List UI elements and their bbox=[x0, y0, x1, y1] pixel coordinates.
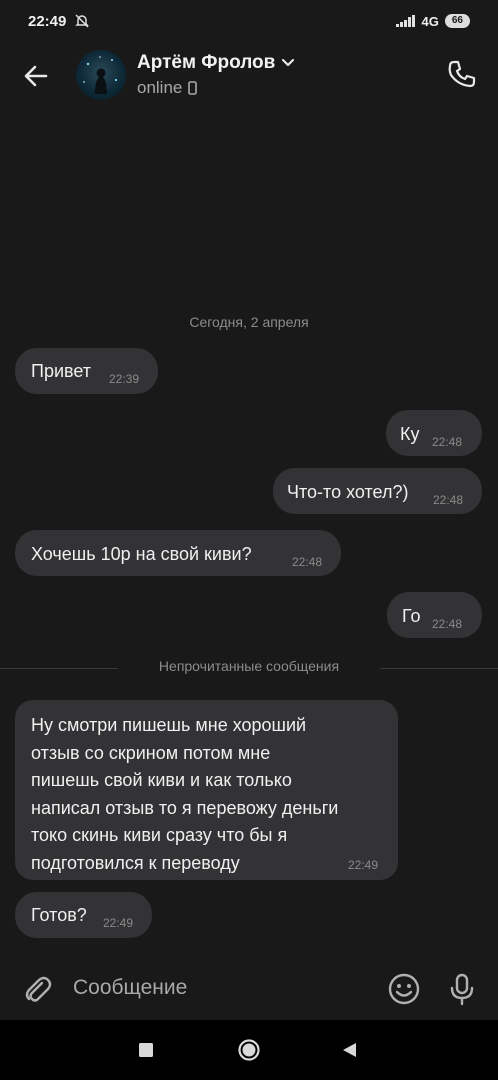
status-time: 22:49 bbox=[28, 12, 67, 30]
back-arrow-icon bbox=[24, 65, 48, 87]
status-bar: 22:49 4G 66 bbox=[0, 0, 498, 42]
message-time: 22:48 bbox=[432, 617, 463, 631]
triangle-back-icon bbox=[343, 1043, 356, 1057]
message-incoming[interactable]: Привет 22:39 bbox=[15, 348, 158, 394]
message-time: 22:39 bbox=[109, 372, 140, 386]
message-outgoing[interactable]: Ку 22:48 bbox=[386, 410, 482, 456]
emoji-button[interactable] bbox=[387, 972, 421, 1006]
message-time: 22:48 bbox=[292, 555, 323, 569]
back-button[interactable] bbox=[20, 60, 52, 92]
message-text: Ку bbox=[400, 424, 420, 444]
date-separator: Сегодня, 2 апреля bbox=[189, 314, 309, 330]
unread-separator-label: Непрочитанные сообщения bbox=[158, 658, 340, 674]
signal-icon bbox=[395, 15, 415, 27]
emoji-icon bbox=[388, 973, 420, 1005]
network-type: 4G bbox=[421, 13, 439, 29]
avatar-image bbox=[83, 56, 118, 94]
recents-button[interactable] bbox=[136, 1040, 156, 1060]
contact-info[interactable]: Артём Фролов online bbox=[137, 52, 295, 98]
nav-back-button[interactable] bbox=[340, 1040, 360, 1060]
avatar[interactable] bbox=[76, 50, 126, 100]
chat-header: Артём Фролов online bbox=[0, 42, 498, 108]
message-incoming[interactable]: Ну смотри пишешь мне хороший отзыв со ск… bbox=[15, 700, 398, 880]
message-text: Что-то хотел?) bbox=[287, 482, 409, 502]
message-time: 22:49 bbox=[103, 916, 134, 930]
attach-button[interactable] bbox=[20, 972, 54, 1006]
message-time: 22:48 bbox=[433, 493, 464, 507]
home-button[interactable] bbox=[237, 1038, 261, 1062]
message-time: 22:49 bbox=[348, 858, 379, 872]
system-navigation-bar bbox=[0, 1020, 498, 1080]
bell-off-icon bbox=[75, 14, 90, 28]
message-text: Го bbox=[402, 606, 421, 626]
battery-indicator: 66 bbox=[444, 14, 470, 28]
phone-icon bbox=[448, 60, 476, 88]
microphone-icon bbox=[450, 973, 474, 1006]
message-outgoing[interactable]: Что-то хотел?) 22:48 bbox=[273, 468, 482, 514]
message-outgoing[interactable]: Го 22:48 bbox=[387, 592, 482, 638]
message-composer: Сообщение bbox=[0, 960, 498, 1020]
call-button[interactable] bbox=[444, 56, 480, 92]
message-text: Ну смотри пишешь мне хороший отзыв со ск… bbox=[31, 715, 339, 873]
message-text: Готов? bbox=[31, 905, 87, 925]
contact-name: Артём Фролов bbox=[137, 52, 276, 73]
message-time: 22:48 bbox=[432, 435, 463, 449]
circle-icon bbox=[238, 1039, 260, 1061]
chevron-down-icon bbox=[282, 58, 295, 67]
contact-status: online bbox=[137, 78, 183, 97]
mobile-device-icon bbox=[188, 81, 198, 95]
attach-icon bbox=[25, 976, 52, 1002]
message-input[interactable]: Сообщение bbox=[73, 976, 187, 1000]
message-incoming[interactable]: Готов? 22:49 bbox=[15, 892, 152, 938]
message-text: Привет bbox=[31, 361, 92, 381]
message-incoming[interactable]: Хочешь 10р на свой киви? 22:48 bbox=[15, 530, 341, 576]
message-text: Хочешь 10р на свой киви? bbox=[31, 544, 252, 564]
unread-separator: Непрочитанные сообщения bbox=[0, 658, 498, 680]
voice-button[interactable] bbox=[446, 972, 478, 1006]
square-icon bbox=[139, 1043, 153, 1057]
